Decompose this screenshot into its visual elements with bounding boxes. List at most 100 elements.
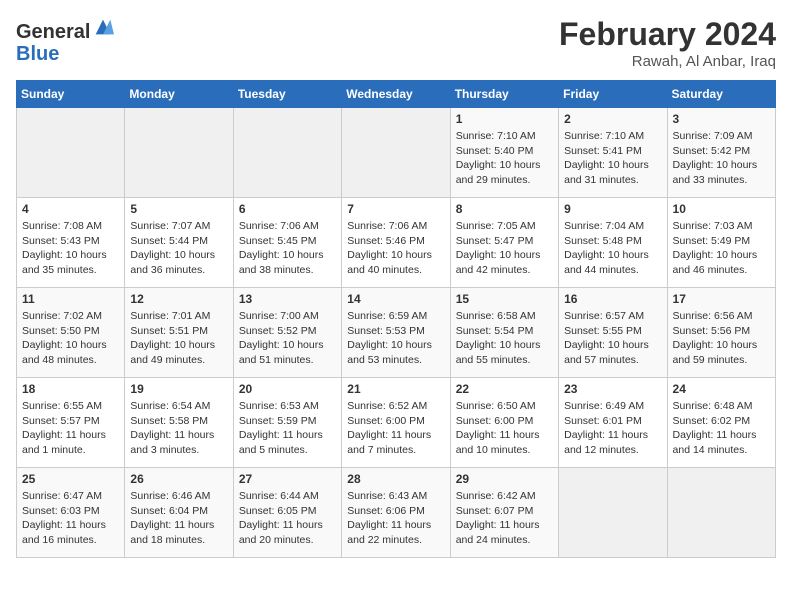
calendar-week-4: 18 Sunrise: 6:55 AMSunset: 5:57 PMDayligh… xyxy=(17,378,776,468)
day-info: Sunrise: 7:04 AMSunset: 5:48 PMDaylight:… xyxy=(564,219,661,278)
calendar-cell: 26 Sunrise: 6:46 AMSunset: 6:04 PMDayligh… xyxy=(125,468,233,558)
day-number: 18 xyxy=(22,382,119,396)
day-number: 10 xyxy=(673,202,770,216)
day-number: 15 xyxy=(456,292,553,306)
day-info: Sunrise: 7:09 AMSunset: 5:42 PMDaylight:… xyxy=(673,129,770,188)
location: Rawah, Al Anbar, Iraq xyxy=(559,53,776,70)
day-number: 19 xyxy=(130,382,227,396)
day-number: 3 xyxy=(673,112,770,126)
day-number: 13 xyxy=(239,292,336,306)
calendar-cell: 13Sunrise: 7:00 AMSunset: 5:52 PMDayligh… xyxy=(233,288,341,378)
day-number: 1 xyxy=(456,112,553,126)
calendar-cell: 20 Sunrise: 6:53 AMSunset: 5:59 PMDayligh… xyxy=(233,378,341,468)
calendar-cell: 2 Sunrise: 7:10 AMSunset: 5:41 PMDaylight… xyxy=(559,108,667,198)
day-number: 11 xyxy=(22,292,119,306)
calendar-cell: 27 Sunrise: 6:44 AMSunset: 6:05 PMDayligh… xyxy=(233,468,341,558)
day-number: 7 xyxy=(347,202,444,216)
logo: General Blue xyxy=(16,16,114,65)
day-info: Sunrise: 6:53 AMSunset: 5:59 PMDaylight:… xyxy=(239,399,336,458)
page-header: General Blue February 2024 Rawah, Al Anb… xyxy=(16,16,776,70)
calendar-cell xyxy=(17,108,125,198)
day-info: Sunrise: 6:52 AMSunset: 6:00 PMDaylight:… xyxy=(347,399,444,458)
day-number: 8 xyxy=(456,202,553,216)
calendar-cell: 9 Sunrise: 7:04 AMSunset: 5:48 PMDaylight… xyxy=(559,198,667,288)
weekday-thursday: Thursday xyxy=(450,81,558,108)
day-info: Sunrise: 6:57 AMSunset: 5:55 PMDaylight:… xyxy=(564,309,661,368)
weekday-tuesday: Tuesday xyxy=(233,81,341,108)
day-info: Sunrise: 6:54 AMSunset: 5:58 PMDaylight:… xyxy=(130,399,227,458)
weekday-monday: Monday xyxy=(125,81,233,108)
calendar-cell: 18 Sunrise: 6:55 AMSunset: 5:57 PMDayligh… xyxy=(17,378,125,468)
calendar-week-5: 25Sunrise: 6:47 AMSunset: 6:03 PMDayligh… xyxy=(17,468,776,558)
day-number: 24 xyxy=(673,382,770,396)
day-info: Sunrise: 6:43 AMSunset: 6:06 PMDaylight:… xyxy=(347,489,444,548)
day-number: 28 xyxy=(347,472,444,486)
day-info: Sunrise: 7:06 AMSunset: 5:45 PMDaylight:… xyxy=(239,219,336,278)
calendar-cell: 6 Sunrise: 7:06 AMSunset: 5:45 PMDaylight… xyxy=(233,198,341,288)
calendar-cell xyxy=(342,108,450,198)
day-info: Sunrise: 7:05 AMSunset: 5:47 PMDaylight:… xyxy=(456,219,553,278)
day-number: 27 xyxy=(239,472,336,486)
day-number: 26 xyxy=(130,472,227,486)
calendar-cell: 7 Sunrise: 7:06 AMSunset: 5:46 PMDaylight… xyxy=(342,198,450,288)
day-info: Sunrise: 7:08 AMSunset: 5:43 PMDaylight:… xyxy=(22,219,119,278)
day-info: Sunrise: 6:55 AMSunset: 5:57 PMDaylight:… xyxy=(22,399,119,458)
day-number: 14 xyxy=(347,292,444,306)
logo-icon xyxy=(92,16,114,38)
calendar-cell: 10 Sunrise: 7:03 AMSunset: 5:49 PMDayligh… xyxy=(667,198,775,288)
day-number: 2 xyxy=(564,112,661,126)
calendar-cell: 22Sunrise: 6:50 AMSunset: 6:00 PMDayligh… xyxy=(450,378,558,468)
day-number: 23 xyxy=(564,382,661,396)
day-info: Sunrise: 7:10 AMSunset: 5:41 PMDaylight:… xyxy=(564,129,661,188)
calendar-cell xyxy=(125,108,233,198)
day-info: Sunrise: 6:58 AMSunset: 5:54 PMDaylight:… xyxy=(456,309,553,368)
day-info: Sunrise: 7:03 AMSunset: 5:49 PMDaylight:… xyxy=(673,219,770,278)
calendar-cell: 14 Sunrise: 6:59 AMSunset: 5:53 PMDayligh… xyxy=(342,288,450,378)
day-number: 16 xyxy=(564,292,661,306)
calendar-cell: 25Sunrise: 6:47 AMSunset: 6:03 PMDayligh… xyxy=(17,468,125,558)
day-info: Sunrise: 7:06 AMSunset: 5:46 PMDaylight:… xyxy=(347,219,444,278)
calendar-cell xyxy=(233,108,341,198)
day-info: Sunrise: 7:07 AMSunset: 5:44 PMDaylight:… xyxy=(130,219,227,278)
day-info: Sunrise: 7:10 AMSunset: 5:40 PMDaylight:… xyxy=(456,129,553,188)
calendar-cell: 24 Sunrise: 6:48 AMSunset: 6:02 PMDayligh… xyxy=(667,378,775,468)
weekday-friday: Friday xyxy=(559,81,667,108)
calendar-cell: 17 Sunrise: 6:56 AMSunset: 5:56 PMDayligh… xyxy=(667,288,775,378)
calendar-cell: 1 Sunrise: 7:10 AMSunset: 5:40 PMDaylight… xyxy=(450,108,558,198)
day-number: 9 xyxy=(564,202,661,216)
day-number: 22 xyxy=(456,382,553,396)
weekday-sunday: Sunday xyxy=(17,81,125,108)
day-info: Sunrise: 7:02 AMSunset: 5:50 PMDaylight:… xyxy=(22,309,119,368)
logo-text: General Blue xyxy=(16,16,114,65)
day-number: 6 xyxy=(239,202,336,216)
calendar-cell: 23 Sunrise: 6:49 AMSunset: 6:01 PMDayligh… xyxy=(559,378,667,468)
day-info: Sunrise: 6:44 AMSunset: 6:05 PMDaylight:… xyxy=(239,489,336,548)
calendar-cell: 21Sunrise: 6:52 AMSunset: 6:00 PMDayligh… xyxy=(342,378,450,468)
month-year: February 2024 xyxy=(559,16,776,53)
calendar-cell: 8 Sunrise: 7:05 AMSunset: 5:47 PMDaylight… xyxy=(450,198,558,288)
day-number: 20 xyxy=(239,382,336,396)
calendar-cell: 11 Sunrise: 7:02 AMSunset: 5:50 PMDayligh… xyxy=(17,288,125,378)
calendar-cell xyxy=(559,468,667,558)
day-number: 5 xyxy=(130,202,227,216)
day-info: Sunrise: 6:59 AMSunset: 5:53 PMDaylight:… xyxy=(347,309,444,368)
calendar-cell: 29Sunrise: 6:42 AMSunset: 6:07 PMDayligh… xyxy=(450,468,558,558)
calendar-week-3: 11 Sunrise: 7:02 AMSunset: 5:50 PMDayligh… xyxy=(17,288,776,378)
calendar-cell: 12Sunrise: 7:01 AMSunset: 5:51 PMDayligh… xyxy=(125,288,233,378)
calendar-cell: 4 Sunrise: 7:08 AMSunset: 5:43 PMDaylight… xyxy=(17,198,125,288)
day-info: Sunrise: 6:48 AMSunset: 6:02 PMDaylight:… xyxy=(673,399,770,458)
day-number: 4 xyxy=(22,202,119,216)
weekday-header-row: SundayMondayTuesdayWednesdayThursdayFrid… xyxy=(17,81,776,108)
day-info: Sunrise: 7:01 AMSunset: 5:51 PMDaylight:… xyxy=(130,309,227,368)
logo-blue: Blue xyxy=(16,43,59,65)
calendar-cell: 28 Sunrise: 6:43 AMSunset: 6:06 PMDayligh… xyxy=(342,468,450,558)
calendar-cell: 15 Sunrise: 6:58 AMSunset: 5:54 PMDayligh… xyxy=(450,288,558,378)
day-info: Sunrise: 6:56 AMSunset: 5:56 PMDaylight:… xyxy=(673,309,770,368)
calendar-table: SundayMondayTuesdayWednesdayThursdayFrid… xyxy=(16,80,776,558)
day-info: Sunrise: 6:42 AMSunset: 6:07 PMDaylight:… xyxy=(456,489,553,548)
day-info: Sunrise: 6:46 AMSunset: 6:04 PMDaylight:… xyxy=(130,489,227,548)
day-number: 17 xyxy=(673,292,770,306)
day-info: Sunrise: 6:49 AMSunset: 6:01 PMDaylight:… xyxy=(564,399,661,458)
weekday-wednesday: Wednesday xyxy=(342,81,450,108)
calendar-cell: 16 Sunrise: 6:57 AMSunset: 5:55 PMDayligh… xyxy=(559,288,667,378)
